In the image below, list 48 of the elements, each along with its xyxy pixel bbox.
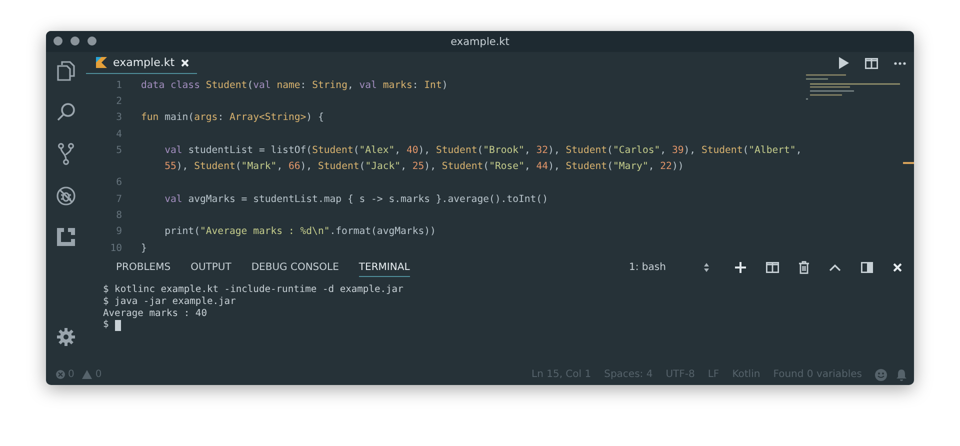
source-control-icon[interactable]: [58, 143, 74, 165]
search-icon[interactable]: [56, 102, 76, 122]
terminal-line: Average marks : 40: [103, 308, 208, 320]
up-down-icon: [704, 262, 709, 272]
line-number: 8: [115, 210, 122, 222]
split-terminal-icon[interactable]: [766, 262, 779, 272]
line-number: 5: [115, 144, 122, 156]
code-line: }: [141, 242, 147, 254]
code-line: val studentList = listOf(Student("Alex", 40), Student("Brook", 32), Student("Carlos", 39), Student("Albert",: [164, 144, 802, 156]
extensions-icon[interactable]: [56, 227, 76, 247]
window-title: example.kt: [450, 36, 510, 48]
more-icon[interactable]: [894, 62, 906, 64]
close-icon[interactable]: [180, 58, 189, 66]
terminal-line: $ java -jar example.jar: [103, 296, 237, 308]
line-number: 3: [115, 112, 122, 124]
line-number: 4: [115, 128, 122, 140]
chevron-up-icon[interactable]: [829, 264, 841, 270]
code-line: val avgMarks = studentList.map { s -> s.marks }.average().toInt(): [164, 194, 548, 205]
code-line: 55), Student("Mark", 66), Student("Jack", 25), Student("Rose", 44), Student("Mary", 22)): [164, 161, 684, 172]
terminal-line: $ kotlinc example.kt -include-runtime -d example.jar: [103, 284, 404, 296]
code-line: data class Student(val name: String, val marks: Int): [141, 80, 448, 91]
terminal-prompt: $: [103, 319, 109, 332]
window-controls-icon[interactable]: [53, 36, 97, 46]
close-icon[interactable]: [893, 262, 902, 272]
panel-tab[interactable]: TERMINAL: [358, 257, 410, 277]
editor-tab[interactable]: example.kt: [86, 52, 197, 74]
line-number: 6: [115, 177, 122, 188]
files-icon[interactable]: [57, 61, 75, 81]
kotlin-file-icon: [96, 57, 107, 68]
line-number: 9: [115, 226, 122, 238]
debug-icon[interactable]: [56, 186, 76, 206]
panel-layout-icon[interactable]: [861, 262, 873, 272]
play-icon[interactable]: [839, 57, 849, 69]
line-number: 10: [109, 242, 122, 254]
line-number: 1: [115, 80, 122, 91]
settings-icon[interactable]: [57, 328, 75, 346]
code-line: fun main(args: Array<String>) {: [141, 112, 324, 124]
code-line: print("Average marks : %d\n".format(avgMarks)): [164, 226, 436, 238]
terminal-cursor: [114, 320, 121, 331]
split-editor-icon[interactable]: [865, 58, 878, 68]
trash-icon[interactable]: [799, 260, 809, 274]
panel-tab[interactable]: OUTPUT: [190, 257, 232, 277]
panel-tab[interactable]: PROBLEMS: [116, 257, 171, 277]
overview-ruler-mark: [903, 162, 914, 164]
plus-icon[interactable]: [735, 262, 746, 272]
line-number: 2: [115, 96, 122, 107]
panel-tab[interactable]: DEBUG CONSOLE: [251, 257, 339, 277]
line-number: 7: [115, 194, 122, 205]
